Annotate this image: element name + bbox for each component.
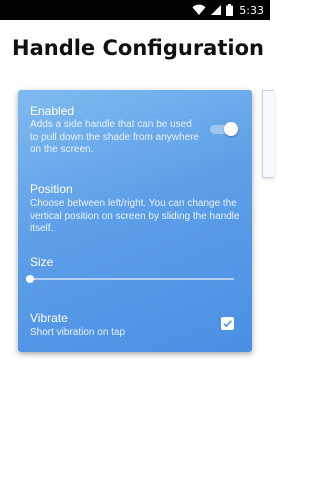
- page-title: Handle Configuration: [12, 36, 264, 60]
- toggle-thumb: [224, 122, 238, 136]
- status-bar: 5:33: [0, 0, 270, 20]
- enabled-toggle[interactable]: [210, 122, 238, 136]
- position-description: Choose between left/right. You can chang…: [30, 198, 240, 234]
- size-title: Size: [30, 255, 54, 269]
- battery-icon: [226, 4, 234, 16]
- vibrate-checkbox[interactable]: [221, 317, 234, 330]
- enabled-description: Adds a side handle that can be used to p…: [30, 119, 199, 155]
- wifi-icon: [192, 4, 206, 15]
- enabled-title: Enabled: [30, 104, 75, 118]
- adjacent-card-edge: [262, 90, 274, 178]
- vibrate-title: Vibrate: [30, 311, 68, 325]
- slider-track: [26, 278, 234, 280]
- status-time: 5:33: [239, 3, 264, 17]
- size-slider[interactable]: [26, 272, 234, 286]
- position-title: Position: [30, 182, 73, 196]
- check-icon: [223, 320, 232, 328]
- vibrate-description: Short vibration on tap: [30, 327, 126, 338]
- slider-thumb[interactable]: [26, 275, 34, 283]
- status-icons: 5:33: [192, 2, 264, 18]
- cellular-signal-icon: [211, 5, 222, 15]
- settings-card: Enabled Adds a side handle that can be u…: [18, 90, 252, 352]
